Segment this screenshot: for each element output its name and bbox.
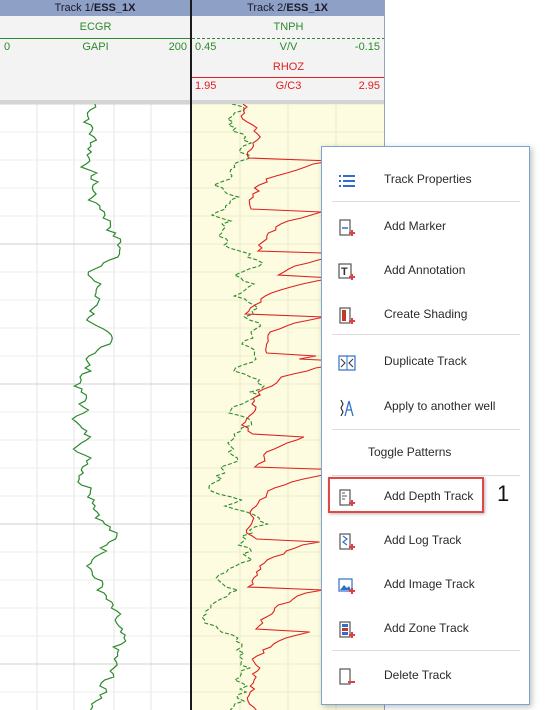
menu-item-label: Duplicate Track <box>384 354 467 368</box>
menu-separator <box>332 334 520 335</box>
menu-item-label: Add Log Track <box>384 533 462 547</box>
track1-header[interactable]: ECGR 0 GAPI 200 <box>0 16 191 100</box>
track-border <box>190 0 192 710</box>
track1-title-well: ESS_1X <box>93 2 136 14</box>
add-annotation-icon: T <box>338 263 355 280</box>
svg-text:T: T <box>341 266 348 278</box>
add-image-track-icon <box>338 578 355 594</box>
menu-item-add-annotation[interactable]: T Add Annotation <box>322 256 529 286</box>
menu-item-add-log-track[interactable]: Add Log Track <box>322 526 529 556</box>
track2-title-well: ESS_1X <box>286 2 328 14</box>
menu-item-duplicate-track[interactable]: Duplicate Track <box>322 347 529 377</box>
add-log-track-icon <box>339 533 355 550</box>
track1-title[interactable]: Track 1/ESS_1X <box>0 0 191 16</box>
apply-well-icon <box>340 399 354 417</box>
menu-item-label: Delete Track <box>384 668 452 682</box>
menu-item-label: Create Shading <box>384 307 468 321</box>
track1-plot[interactable] <box>0 104 191 710</box>
menu-separator <box>332 650 520 651</box>
track2-header[interactable]: TNPH 0.45 V/V -0.15 RHOZ 1.95 G/C3 2.95 <box>192 16 385 100</box>
menu-item-add-zone-track[interactable]: Add Zone Track <box>322 614 529 644</box>
track1-unit: GAPI <box>82 41 109 53</box>
rhoz-unit: G/C3 <box>275 80 302 92</box>
menu-item-add-marker[interactable]: Add Marker <box>322 212 529 242</box>
menu-item-label: Apply to another well <box>384 399 496 413</box>
menu-item-label: Add Annotation <box>384 263 466 277</box>
menu-item-label: Add Image Track <box>384 577 475 591</box>
track1-right-scale: 200 <box>168 41 187 53</box>
menu-item-track-properties[interactable]: Track Properties <box>322 165 529 195</box>
add-marker-icon <box>339 219 355 236</box>
duplicate-track-icon <box>338 355 356 371</box>
menu-item-label: Toggle Patterns <box>368 445 452 459</box>
track1-curve-name: ECGR <box>79 21 112 33</box>
track1-title-prefix: Track 1/ <box>54 2 94 14</box>
menu-item-apply-to-another-well[interactable]: Apply to another well <box>322 392 529 422</box>
menu-separator <box>332 475 520 476</box>
context-menu[interactable]: Track Properties Add Marker T Add Annota… <box>321 146 530 705</box>
rhoz-curve-name: RHOZ <box>272 61 305 73</box>
tnph-curve-line <box>192 38 385 39</box>
callout-number: 1 <box>497 481 510 506</box>
menu-item-label: Add Zone Track <box>384 621 469 635</box>
create-shading-icon <box>339 307 355 324</box>
menu-item-toggle-patterns[interactable]: Toggle Patterns <box>322 438 529 468</box>
menu-item-delete-track[interactable]: Delete Track <box>322 661 529 691</box>
menu-separator <box>332 429 520 430</box>
highlight-box <box>328 477 484 513</box>
rhoz-curve-line <box>192 77 385 78</box>
menu-item-create-shading[interactable]: Create Shading <box>322 300 529 330</box>
track2-title-prefix: Track 2/ <box>247 2 287 14</box>
menu-separator <box>332 201 520 202</box>
rhoz-right-scale: 2.95 <box>358 80 380 92</box>
add-zone-track-icon <box>339 621 355 638</box>
tnph-curve-name: TNPH <box>273 21 304 33</box>
track1-curve-line <box>0 38 191 39</box>
tnph-right-scale: -0.15 <box>354 41 380 53</box>
menu-item-label: Track Properties <box>384 172 472 186</box>
menu-item-label: Add Marker <box>384 219 447 233</box>
delete-track-icon <box>339 668 355 685</box>
track2-title[interactable]: Track 2/ESS_1X <box>191 0 385 16</box>
menu-item-add-image-track[interactable]: Add Image Track <box>322 570 529 600</box>
list-icon <box>339 175 355 187</box>
